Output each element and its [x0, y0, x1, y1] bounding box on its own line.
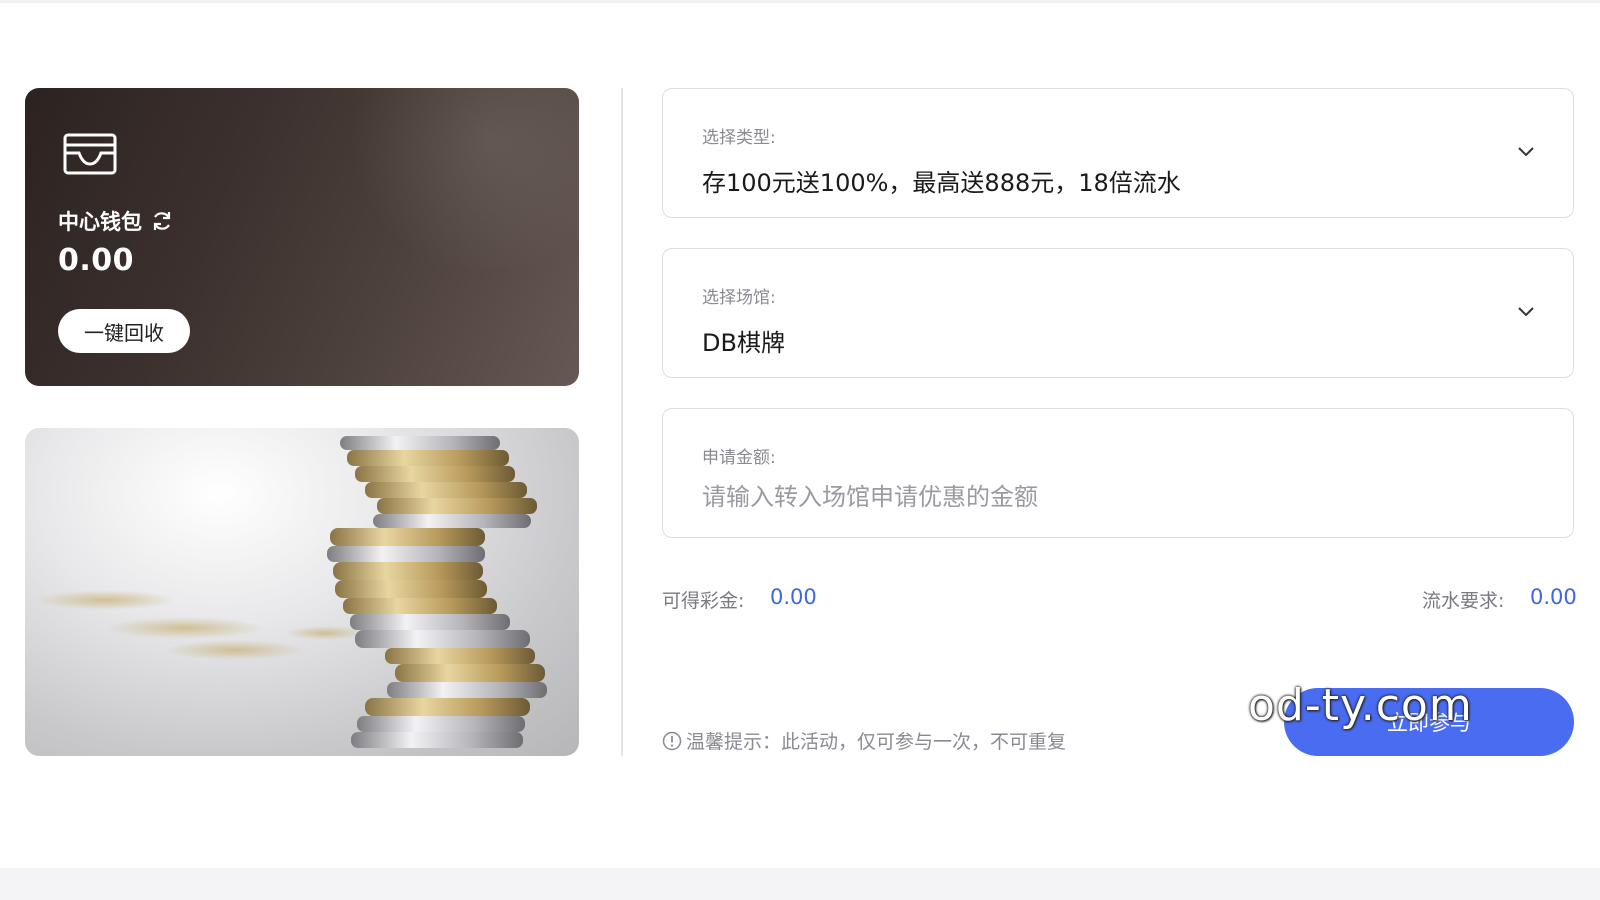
- info-icon: [662, 731, 682, 750]
- wallet-icon: [63, 133, 117, 175]
- type-value[interactable]: 存100元送100%，最高送888元，18倍流水: [702, 163, 1181, 198]
- bonus-label: 可得彩金:: [662, 590, 745, 612]
- watermark: od-ty.com: [1248, 680, 1473, 731]
- type-select[interactable]: 选择类型: 存100元送100%，最高送888元，18倍流水: [662, 88, 1574, 218]
- card-shine: [339, 88, 579, 268]
- chevron-down-icon[interactable]: [1515, 301, 1537, 323]
- amount-input[interactable]: [702, 477, 1522, 517]
- venue-value[interactable]: DB棋牌: [702, 323, 785, 358]
- wallet-balance: 0.00: [58, 243, 135, 278]
- turnover-label: 流水要求:: [1422, 590, 1505, 612]
- tip-text: 温馨提示：此活动，仅可参与一次，不可重复: [686, 731, 1067, 753]
- wallet-title: 中心钱包: [58, 206, 174, 236]
- turnover-value: 0.00: [1530, 585, 1577, 609]
- wallet-label: 中心钱包: [58, 210, 142, 234]
- wallet-card: 中心钱包 0.00 一键回收: [25, 88, 579, 386]
- tip-row: 温馨提示：此活动，仅可参与一次，不可重复: [662, 727, 1066, 754]
- footer-bar: [0, 868, 1600, 900]
- type-label: 选择类型:: [702, 128, 776, 148]
- amount-label: 申请金额:: [702, 448, 776, 468]
- chevron-down-icon[interactable]: [1515, 141, 1537, 163]
- amount-field: 申请金额:: [662, 408, 1574, 538]
- bonus-value: 0.00: [770, 585, 817, 609]
- venue-select[interactable]: 选择场馆: DB棋牌: [662, 248, 1574, 378]
- recycle-button[interactable]: 一键回收: [58, 309, 190, 353]
- venue-label: 选择场馆:: [702, 288, 776, 308]
- vertical-divider: [621, 88, 623, 756]
- coins-image: [25, 428, 579, 756]
- coin-stack-illustration: [35, 436, 547, 748]
- top-divider: [0, 0, 1600, 3]
- refresh-icon[interactable]: [150, 209, 174, 233]
